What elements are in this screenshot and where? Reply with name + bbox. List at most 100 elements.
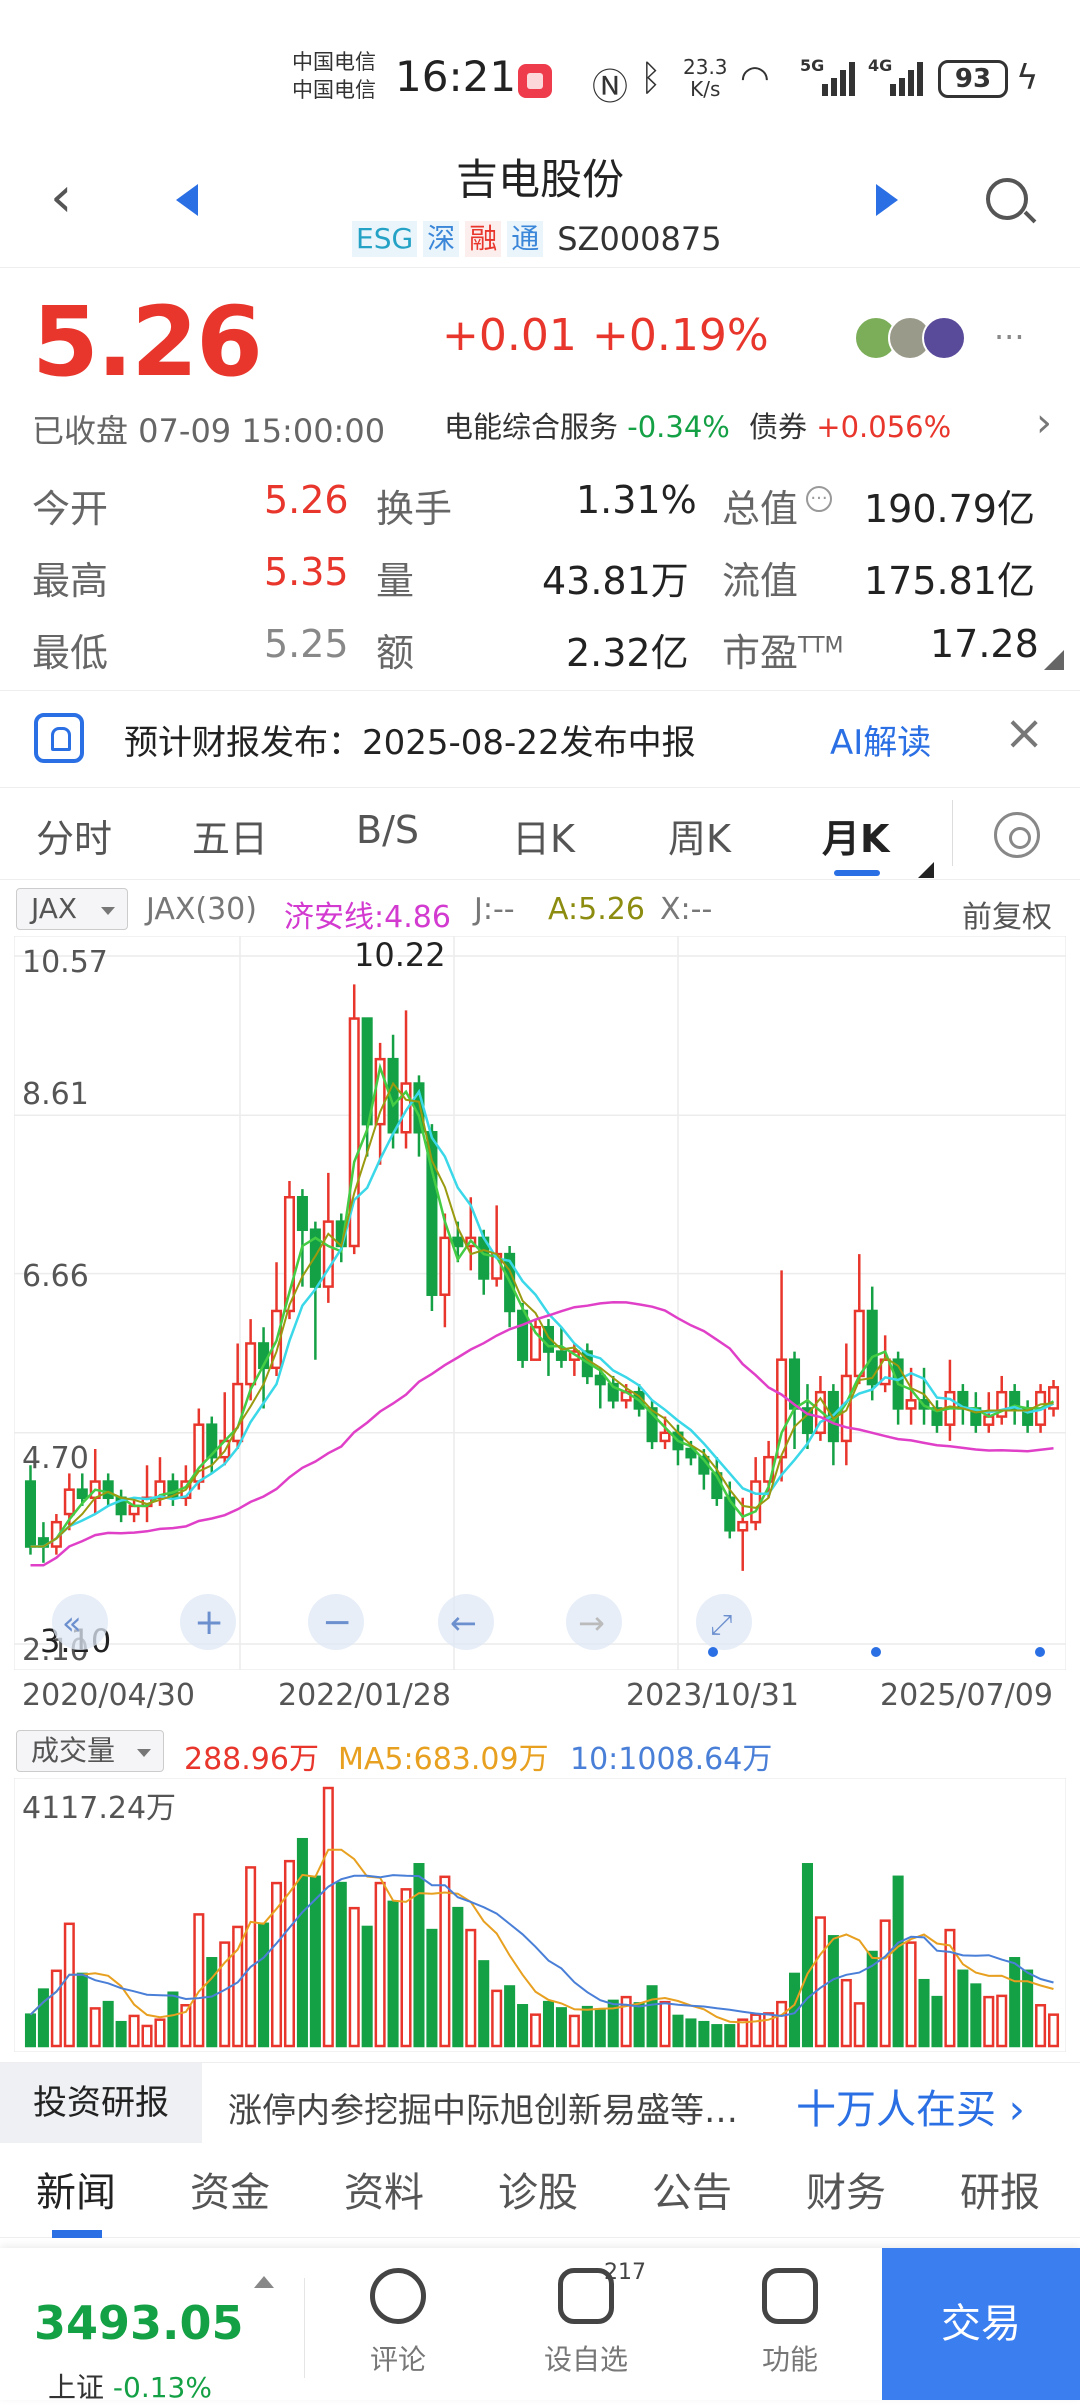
j-value: J:-- bbox=[474, 892, 515, 927]
chevron-right-icon[interactable]: › bbox=[1036, 400, 1052, 446]
volume-bar bbox=[814, 1916, 826, 2048]
research-link[interactable]: 十万人在买 › bbox=[796, 2077, 1025, 2135]
watcher-avatars[interactable] bbox=[854, 316, 966, 360]
scroll-right-icon[interactable]: → bbox=[566, 1594, 622, 1650]
tab-research[interactable]: 研报 bbox=[960, 2160, 1040, 2218]
float-value: 175.81亿 bbox=[864, 559, 1035, 603]
volume-bar bbox=[413, 1863, 425, 2048]
indicator-name: JAX(30) bbox=[146, 892, 257, 927]
candlestick-chart[interactable]: 10.57 8.61 6.66 4.70 2.10 10.22 3.10 « +… bbox=[14, 936, 1066, 1670]
signal-4g-label: 4G bbox=[868, 56, 893, 75]
tab-weekly-k[interactable]: 周K bbox=[668, 808, 731, 863]
function-button[interactable]: 功能 bbox=[730, 2268, 850, 2378]
tab-news[interactable]: 新闻 bbox=[36, 2160, 116, 2218]
expand-up-icon[interactable] bbox=[254, 2276, 274, 2288]
amount-label: 额 bbox=[376, 631, 415, 675]
candle-body bbox=[737, 1520, 749, 1532]
search-icon[interactable] bbox=[986, 178, 1028, 220]
candle-body bbox=[750, 1480, 762, 1524]
tab-diagnosis[interactable]: 诊股 bbox=[498, 2160, 578, 2218]
scroll-left-fast-icon[interactable]: « bbox=[52, 1594, 108, 1650]
volume-bar bbox=[374, 1881, 386, 2048]
scroll-left-icon[interactable]: ← bbox=[438, 1594, 494, 1650]
close-icon[interactable]: × bbox=[1004, 705, 1044, 761]
volume-bar bbox=[646, 1985, 658, 2048]
next-stock-icon[interactable] bbox=[876, 184, 898, 216]
stock-header: ‹ 吉电股份 ESG 深 融 通 SZ000875 bbox=[0, 140, 1080, 268]
tab-intraday[interactable]: 分时 bbox=[36, 808, 112, 863]
mcap-value: 190.79亿 bbox=[864, 487, 1035, 531]
zoom-out-icon[interactable]: − bbox=[308, 1594, 364, 1650]
price-change-pct: +0.19% bbox=[592, 310, 769, 361]
tag-esg[interactable]: ESG bbox=[352, 221, 418, 257]
clock: 16:21 bbox=[395, 52, 517, 101]
tab-bs[interactable]: B/S bbox=[356, 808, 419, 852]
volume-bar bbox=[167, 1991, 179, 2048]
svg-text:−: − bbox=[322, 1602, 352, 1643]
volume-bar bbox=[348, 1906, 360, 2048]
candle-body bbox=[517, 1309, 529, 1361]
tab-monthly-k[interactable]: 月K bbox=[822, 808, 889, 863]
research-banner[interactable]: 投资研报 涨停内参挖掘中际旭创新易盛等… 十万人在买 › bbox=[0, 2062, 1080, 2143]
tab-announcements[interactable]: 公告 bbox=[652, 2160, 732, 2218]
volume-bar bbox=[853, 2002, 865, 2048]
adjust-mode[interactable]: 前复权 bbox=[962, 892, 1052, 936]
tag-tong: 通 bbox=[507, 221, 544, 257]
volume-bar bbox=[724, 2024, 736, 2048]
candle-body bbox=[555, 1350, 567, 1361]
expand-stats-icon[interactable] bbox=[1044, 650, 1064, 670]
trade-button[interactable]: 交易 bbox=[882, 2248, 1080, 2400]
volume-bar bbox=[659, 2000, 671, 2048]
divider bbox=[304, 2278, 305, 2378]
ai-interpret-button[interactable]: AI解读 bbox=[830, 715, 931, 764]
ma10-value: 10:1008.64万 bbox=[570, 1742, 773, 1777]
network-speed: 23.3 K/s bbox=[683, 55, 728, 101]
volume-bar bbox=[128, 2014, 140, 2048]
candle-body bbox=[76, 1488, 88, 1500]
volume-bar bbox=[439, 1875, 451, 2048]
sector-pct: -0.34% bbox=[627, 410, 730, 444]
tab-financials[interactable]: 财务 bbox=[806, 2160, 886, 2218]
volume-bar bbox=[258, 1922, 270, 2048]
sector-link[interactable]: 电能综合服务 -0.34% 债券 +0.056% bbox=[444, 404, 951, 446]
x-axis-dates: 2020/04/30 2022/01/28 2023/10/31 2025/07… bbox=[0, 1678, 1080, 1718]
low-value: 5.25 bbox=[264, 622, 349, 666]
tab-profile[interactable]: 资料 bbox=[344, 2160, 424, 2218]
volume-bar bbox=[996, 1994, 1008, 2048]
jax-line-value: 济安线:4.86 bbox=[284, 900, 451, 935]
period-menu-icon[interactable] bbox=[918, 862, 934, 878]
volume-bar bbox=[102, 2000, 114, 2048]
candle-body bbox=[63, 1488, 75, 1516]
volume-bar bbox=[1009, 1957, 1021, 2048]
earnings-banner[interactable]: 预计财报发布：2025-08-22发布中报 AI解读 × bbox=[0, 690, 1080, 788]
volume-bar bbox=[76, 1972, 88, 2048]
indicator-dropdown[interactable]: JAX bbox=[16, 888, 128, 930]
volume-bar bbox=[1035, 2004, 1047, 2048]
chart-period-tabs: 分时 五日 B/S 日K 周K 月K bbox=[0, 790, 1080, 880]
volume-chart[interactable]: 4117.24万 bbox=[14, 1778, 1066, 2052]
volume-bar bbox=[63, 1922, 75, 2048]
nfc-icon: Ⓝ bbox=[592, 67, 629, 108]
tab-five-day[interactable]: 五日 bbox=[192, 808, 268, 863]
tab-daily-k[interactable]: 日K bbox=[512, 808, 575, 863]
fullscreen-icon[interactable]: ⤢ bbox=[696, 1594, 752, 1650]
volume-bar bbox=[154, 2018, 166, 2048]
volume-bar bbox=[219, 1941, 231, 2048]
chart-settings-icon[interactable] bbox=[994, 812, 1040, 858]
volume-bar bbox=[335, 1881, 347, 2048]
svg-text:+: + bbox=[194, 1602, 224, 1643]
comment-button[interactable]: 评论 bbox=[338, 2268, 458, 2378]
high-label: 最高 bbox=[32, 559, 109, 603]
svg-text:«: « bbox=[62, 1604, 82, 1642]
volume-bar bbox=[400, 1888, 412, 2048]
volume-bar bbox=[426, 1928, 438, 2048]
turnover-label: 换手 bbox=[376, 487, 453, 531]
tab-capital[interactable]: 资金 bbox=[190, 2160, 270, 2218]
float-label: 流值 bbox=[722, 559, 799, 603]
volume-dropdown[interactable]: 成交量 bbox=[16, 1730, 164, 1772]
info-icon[interactable]: ··· bbox=[806, 486, 832, 512]
volume-bar bbox=[568, 2014, 580, 2048]
low-label: 最低 bbox=[32, 631, 109, 675]
zoom-in-icon[interactable]: + bbox=[180, 1594, 236, 1650]
more-icon[interactable]: ··· bbox=[994, 318, 1025, 356]
